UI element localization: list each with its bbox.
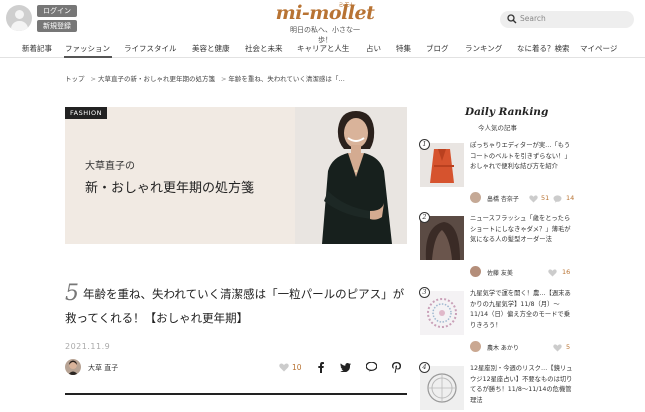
breadcrumb-series[interactable]: 大草直子の新・おしゃれ更年期の処方箋: [98, 75, 215, 83]
like-count: 10: [292, 363, 302, 372]
breadcrumb-separator: >: [90, 75, 96, 83]
line-icon[interactable]: [365, 361, 377, 373]
nav-item-blog[interactable]: ブログ: [426, 43, 449, 54]
ranking-like-count: 51: [541, 194, 550, 202]
logo-ruby: ミモレ: [338, 2, 357, 9]
heart-icon[interactable]: [553, 344, 562, 352]
hero-series-title: 新・おしゃれ更年期の処方箋: [85, 181, 255, 196]
ranking-author-avatar[interactable]: [470, 192, 481, 203]
ranking-author-avatar[interactable]: [470, 266, 481, 277]
register-button[interactable]: 新規登録: [37, 20, 77, 32]
ranking-thumbnail[interactable]: [420, 291, 464, 335]
nav-item-lifestyle[interactable]: ライフスタイル: [124, 43, 177, 54]
rank-badge: 2: [419, 212, 430, 223]
publish-date: 2021.11.9: [65, 342, 111, 351]
ranking-item-text[interactable]: 九星気学で運を開く！農…【週末あかりの九星気学】11/8（月）〜11/14（日）…: [470, 289, 576, 331]
site-header: ログイン 新規登録 ミモレ mi-mollet 明日の私へ、小さな一歩！ Sea…: [0, 0, 645, 44]
article-title-text: 年齢を重ね、失われていく清潔感は「一粒パールのピアス」が救ってくれる！【おしゃれ…: [65, 287, 405, 325]
ranking-like-count: 5: [566, 343, 571, 351]
nav-item-society[interactable]: 社会と未来: [245, 43, 283, 54]
facebook-icon[interactable]: [315, 361, 327, 373]
article-title: 5 年齢を重ね、失われていく清潔感は「一粒パールのピアス」が救ってくれる！【おしゃ…: [65, 282, 407, 330]
ranking-thumbnail[interactable]: [420, 143, 464, 187]
author-avatar[interactable]: [65, 359, 81, 375]
nav-item-mypage[interactable]: マイページ: [580, 43, 617, 54]
hero-series-author: 大草直子の: [85, 161, 135, 172]
nav-item-fortune[interactable]: 占い: [366, 43, 381, 54]
comment-icon[interactable]: [553, 195, 562, 203]
ranking-like-count: 16: [562, 268, 571, 276]
logo-text: mi-mollet: [275, 2, 375, 24]
nav-item-ranking[interactable]: ランキング: [465, 43, 502, 54]
ranking-author-name[interactable]: 農木 あかり: [487, 343, 519, 352]
author-name[interactable]: 大草 直子: [88, 363, 118, 373]
ranking-comment-count: 14: [566, 194, 575, 202]
main-nav: 新着記事 ファッション ライフスタイル 美容と健康 社会と未来 キャリアと人生 …: [0, 40, 645, 58]
nav-item-new[interactable]: 新着記事: [22, 43, 52, 54]
ranking-author-avatar[interactable]: [470, 341, 481, 352]
user-avatar-icon[interactable]: [6, 5, 32, 31]
pinterest-icon[interactable]: [390, 361, 402, 373]
site-logo[interactable]: ミモレ mi-mollet: [270, 0, 380, 24]
ranking-thumbnail[interactable]: [420, 216, 464, 260]
article-number: 5: [65, 281, 79, 306]
twitter-icon[interactable]: [339, 361, 351, 373]
heart-icon[interactable]: [548, 269, 557, 277]
author-portrait-image: [322, 111, 392, 244]
breadcrumb-separator: >: [220, 75, 227, 83]
rank-badge: 4: [419, 362, 430, 373]
ranking-author-name[interactable]: 佐藤 友美: [487, 268, 513, 277]
search-placeholder: Search: [520, 14, 546, 23]
ranking-thumbnail[interactable]: [420, 366, 464, 410]
ranking-subtitle: 今人気の記事: [478, 124, 517, 132]
ranking-item-text[interactable]: ぽっちゃりエディターが実…「もうコートのベルトを引きずらない！」おしゃれで便利な…: [470, 141, 576, 173]
heart-icon[interactable]: [529, 195, 538, 203]
nav-item-career[interactable]: キャリアと人生: [297, 43, 349, 54]
nav-item-feature[interactable]: 特集: [396, 43, 411, 54]
heart-icon[interactable]: [279, 363, 289, 372]
category-tag[interactable]: FASHION: [65, 107, 107, 119]
rank-badge: 1: [419, 139, 430, 150]
nav-item-beauty[interactable]: 美容と健康: [192, 43, 230, 54]
ranking-item-text[interactable]: 12星座別・今週のリスク…【鏡リュウジ12星座占い】不要なものは切りてるが勝ち！…: [470, 364, 576, 406]
breadcrumb: トップ > 大草直子の新・おしゃれ更年期の処方箋 > 年齢を重ね、失われていく清潔感は「…: [65, 73, 347, 83]
ranking-item-text[interactable]: ニュースフラッシュ「歳をとったらショートにしなきゃダメ？」薄毛が気になる人の髪型…: [470, 214, 576, 246]
nav-item-fashion[interactable]: ファッション: [65, 43, 110, 54]
breadcrumb-current: 年齢を重ね、失われていく清潔感は「…: [228, 75, 345, 83]
ranking-title: Daily Ranking: [465, 106, 549, 118]
search-input[interactable]: Search: [500, 11, 634, 28]
nav-item-search-outfit[interactable]: なに着る？検索: [517, 43, 570, 54]
rank-badge: 3: [419, 287, 430, 298]
breadcrumb-home[interactable]: トップ: [65, 75, 85, 83]
article-header-divider: [65, 393, 407, 395]
nav-active-indicator: [64, 56, 112, 58]
ranking-author-name[interactable]: 畠橋 杏奈子: [487, 194, 519, 203]
search-icon: [507, 14, 517, 24]
hero-banner[interactable]: FASHION 大草直子の 新・おしゃれ更年期の処方箋: [65, 107, 407, 244]
login-button[interactable]: ログイン: [37, 5, 77, 17]
